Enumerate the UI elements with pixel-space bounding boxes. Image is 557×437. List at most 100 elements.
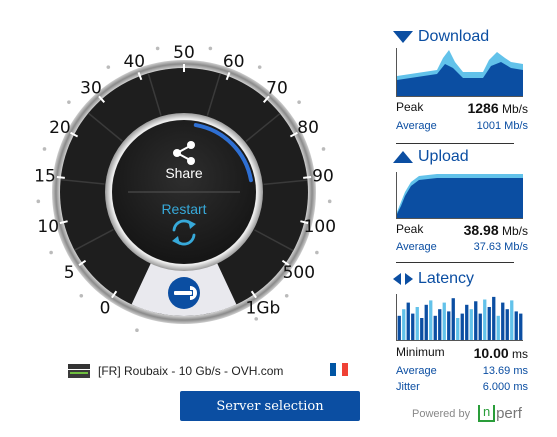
settings-button[interactable] (168, 277, 200, 309)
nperf-logo[interactable]: n perf (478, 405, 522, 422)
nperf-logo-mark: n (478, 405, 496, 422)
scale-dot (155, 46, 160, 51)
latency-bar (492, 296, 496, 340)
scale-dot (297, 100, 301, 104)
latency-bar (487, 307, 491, 340)
scale-dot (67, 100, 71, 104)
scale-dot (135, 328, 139, 333)
latency-average-value: 13.69 ms (482, 365, 528, 377)
download-title: Download (392, 26, 489, 48)
latency-bar (483, 299, 487, 340)
upload-average-row: Average 37.63 Mb/s (396, 241, 528, 253)
server-info: [FR] Roubaix - 10 Gb/s - OVH.com (60, 356, 360, 386)
latency-bar (474, 301, 478, 340)
latency-bar (406, 302, 410, 340)
latency-bar (424, 304, 428, 340)
scale-label: 10 (37, 217, 59, 237)
latency-minimum-value: 10.00 (473, 345, 509, 361)
download-peak-row: Peak 1286 Mb/s (396, 100, 528, 116)
latency-minimum-row: Minimum 10.00 ms (396, 345, 528, 361)
scale-dot (208, 46, 213, 51)
latency-bar (465, 304, 469, 340)
latency-average-row: Average 13.69 ms (396, 365, 528, 377)
latency-bar (433, 315, 437, 340)
speed-gauge: Share Restart 0 5 10 15 20 30 40 50 60 70 80 90 100 5… (34, 43, 336, 333)
latency-bar (519, 313, 523, 340)
scale-label: 60 (223, 52, 245, 72)
scale-label: 15 (34, 167, 56, 187)
scale-dot (79, 293, 84, 298)
latency-bar (438, 309, 442, 340)
latency-title: Latency (392, 268, 474, 290)
scale-label: 5 (64, 263, 75, 283)
upload-area (397, 174, 523, 218)
upload-peak-row: Peak 38.98 Mb/s (396, 222, 528, 238)
scale-label: 1Gb (246, 299, 281, 319)
latency-bar (451, 298, 455, 340)
scale-dot (327, 199, 332, 204)
latency-bar (415, 307, 419, 340)
scale-dot (49, 250, 53, 255)
scale-dot (42, 147, 47, 151)
latency-bar (411, 313, 415, 340)
latency-jitter-row: Jitter 6.000 ms (396, 381, 528, 393)
scale-label: 30 (80, 78, 102, 98)
server-icon (68, 364, 90, 378)
scale-label: 0 (100, 299, 111, 319)
upload-title: Upload (392, 146, 469, 168)
latency-arrows-icon (393, 273, 413, 285)
latency-bar (460, 313, 464, 340)
scale-label: 80 (297, 118, 319, 138)
latency-bar (496, 315, 500, 340)
download-peak-value: 1286 (467, 100, 499, 116)
upload-arrow-icon (393, 151, 413, 163)
latency-bar (402, 309, 406, 340)
scale-dot (106, 65, 111, 69)
server-selection-button[interactable]: Server selection (180, 391, 360, 421)
scale-dot (36, 199, 41, 204)
gauge-tick (56, 175, 65, 179)
scale-label: 90 (312, 167, 334, 187)
divider (396, 143, 514, 144)
scale-label: 40 (123, 52, 145, 72)
upload-peak-value: 38.98 (463, 222, 499, 238)
scale-dot (321, 147, 326, 151)
latency-chart (396, 294, 523, 341)
latency-bars (397, 296, 523, 340)
share-label: Share (165, 165, 203, 181)
latency-bar (510, 300, 514, 340)
latency-bar (514, 311, 518, 340)
latency-bar (501, 302, 505, 340)
restart-label: Restart (161, 201, 206, 217)
latency-panel: Latency Minimum 10.00 ms Average 13.69 m… (392, 268, 528, 398)
scale-dot (257, 65, 262, 69)
latency-bar (456, 318, 460, 340)
latency-bar (478, 313, 482, 340)
latency-bar (505, 309, 509, 340)
latency-bar (469, 309, 473, 340)
scale-label: 20 (49, 118, 71, 138)
gauge-tick (303, 175, 312, 179)
server-name: [FR] Roubaix - 10 Gb/s - OVH.com (98, 364, 284, 378)
upload-panel: Upload Peak 38.98 Mb/s Average 37.63 Mb/… (392, 146, 528, 263)
latency-bar (442, 302, 446, 340)
download-average-row: Average 1001 Mb/s (396, 120, 528, 132)
latency-bar (397, 315, 401, 340)
download-area (397, 50, 523, 96)
scale-label: 500 (283, 263, 315, 283)
scale-label: 100 (304, 217, 336, 237)
download-average-value: 1001 Mb/s (476, 120, 528, 132)
latency-bar (420, 318, 424, 340)
upload-chart (396, 172, 523, 219)
divider (396, 262, 514, 263)
download-chart (396, 48, 523, 97)
france-flag-icon (330, 363, 348, 376)
download-arrow-icon (393, 31, 413, 43)
latency-bar (429, 300, 433, 340)
download-panel: Download Peak 1286 Mb/s Average 1001 Mb/… (392, 26, 528, 144)
scale-dot (284, 293, 289, 298)
scale-dot (315, 250, 319, 255)
latency-bar (447, 311, 451, 340)
latency-jitter-value: 6.000 ms (482, 381, 528, 393)
scale-label: 70 (266, 78, 288, 98)
